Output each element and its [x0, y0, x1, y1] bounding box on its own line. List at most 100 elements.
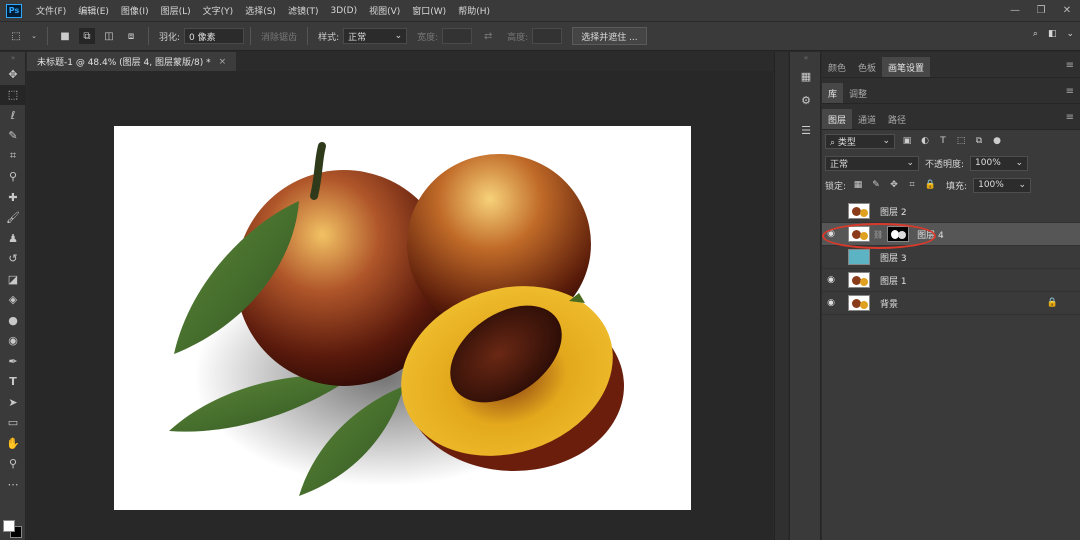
histogram-icon[interactable]: ▦: [790, 64, 822, 88]
menu-select[interactable]: 选择(S): [239, 4, 282, 17]
hand-tool-icon[interactable]: ✋: [0, 433, 26, 454]
eraser-tool-icon[interactable]: ◪: [0, 269, 26, 290]
panel-menu-icon[interactable]: ≡: [1066, 112, 1074, 123]
menu-3d[interactable]: 3D(D): [324, 6, 363, 16]
menu-view[interactable]: 视图(V): [363, 4, 406, 17]
tab-swatches[interactable]: 色板: [852, 57, 882, 77]
visibility-toggle-icon[interactable]: ◉: [822, 275, 840, 285]
clone-stamp-tool-icon[interactable]: ♟: [0, 228, 26, 249]
layer-row[interactable]: ◉ 图层 2: [822, 200, 1080, 223]
opacity-input[interactable]: 100% ⌄: [970, 155, 1029, 171]
menu-image[interactable]: 图像(I): [115, 4, 155, 17]
filter-smart-object-icon[interactable]: ⧉: [973, 136, 985, 146]
blend-mode-select[interactable]: 正常 ⌄: [825, 155, 919, 171]
menu-edit[interactable]: 编辑(E): [72, 4, 115, 17]
peach-artwork: [169, 142, 624, 496]
style-label: 样式:: [318, 32, 340, 43]
tab-layers[interactable]: 图层: [822, 109, 853, 129]
height-input[interactable]: [532, 28, 563, 44]
chevron-down-icon[interactable]: ⌄: [30, 28, 38, 44]
tab-brush-settings[interactable]: 画笔设置: [882, 57, 931, 77]
layer-row[interactable]: ◉ 背景 🔒: [822, 292, 1080, 315]
panel-grip-icon[interactable]: «: [790, 52, 822, 64]
lock-label: 锁定:: [825, 181, 847, 192]
chevron-down-icon[interactable]: ⌄: [1066, 29, 1074, 39]
crop-tool-icon[interactable]: ⌗: [0, 146, 26, 167]
panel-grip-icon[interactable]: »: [0, 52, 26, 64]
vertical-scrollbar[interactable]: [774, 52, 788, 540]
visibility-toggle-icon[interactable]: ◉: [822, 298, 840, 308]
properties-icon[interactable]: ⚙: [790, 88, 822, 112]
color-swatches[interactable]: [3, 520, 23, 538]
quick-select-tool-icon[interactable]: ✎: [0, 126, 26, 147]
filter-toggle-icon[interactable]: ●: [991, 136, 1003, 146]
intersect-selection-icon[interactable]: ⧈: [123, 28, 139, 44]
search-icon[interactable]: ⌕: [1033, 29, 1038, 39]
panel-menu-icon[interactable]: ≡: [1066, 60, 1074, 71]
filter-type-icon[interactable]: T: [937, 136, 949, 146]
width-input[interactable]: [442, 28, 473, 44]
lock-transparent-icon[interactable]: ▦: [852, 180, 864, 190]
move-tool-icon[interactable]: ✥: [0, 64, 26, 85]
rectangle-tool-icon[interactable]: ▭: [0, 413, 26, 434]
layer-filter-select[interactable]: ⌕ 类型 ⌄: [825, 133, 895, 149]
menu-window[interactable]: 窗口(W): [406, 4, 452, 17]
marquee-preset-icon[interactable]: ⬚: [8, 28, 24, 44]
healing-brush-tool-icon[interactable]: ✚: [0, 187, 26, 208]
blur-tool-icon[interactable]: ●: [0, 310, 26, 331]
eyedropper-tool-icon[interactable]: ⚲: [0, 167, 26, 188]
lock-image-icon[interactable]: ✎: [870, 180, 882, 190]
tab-color[interactable]: 颜色: [822, 57, 852, 77]
new-selection-icon[interactable]: ■: [57, 28, 73, 44]
select-and-mask-button[interactable]: 选择并遮住 ...: [572, 27, 647, 45]
document-tab[interactable]: 未标题-1 @ 48.4% (图层 4, 图层蒙版/8) * ×: [27, 52, 237, 71]
swap-icon[interactable]: ⇄: [480, 28, 496, 44]
brush-tool-icon[interactable]: 🖌: [0, 208, 26, 229]
antialias-checkbox[interactable]: 消除锯齿: [261, 30, 297, 43]
restore-icon[interactable]: ❐: [1028, 0, 1054, 21]
lock-all-icon[interactable]: 🔒: [924, 180, 936, 190]
visibility-toggle-icon[interactable]: ◉: [822, 206, 840, 216]
path-select-tool-icon[interactable]: ➤: [0, 392, 26, 413]
menu-file[interactable]: 文件(F): [30, 4, 72, 17]
close-icon[interactable]: ×: [219, 57, 227, 67]
menu-type[interactable]: 文字(Y): [197, 4, 240, 17]
adjust-sliders-icon[interactable]: ☰: [790, 118, 822, 142]
visibility-toggle-icon[interactable]: ◉: [822, 252, 840, 262]
marquee-tool-icon[interactable]: ⬚: [0, 84, 26, 105]
subtract-selection-icon[interactable]: ◫: [101, 28, 117, 44]
type-tool-icon[interactable]: T: [0, 372, 26, 393]
menu-layer[interactable]: 图层(L): [155, 4, 197, 17]
minimize-icon[interactable]: —: [1002, 0, 1028, 21]
feather-input[interactable]: 0 像素: [184, 28, 245, 44]
workspace-icon[interactable]: ◧: [1048, 29, 1057, 39]
filter-pixel-icon[interactable]: ▣: [901, 136, 913, 146]
layer-row[interactable]: ◉ 图层 3: [822, 246, 1080, 269]
dodge-tool-icon[interactable]: ◉: [0, 331, 26, 352]
pen-tool-icon[interactable]: ✒: [0, 351, 26, 372]
filter-adjustment-icon[interactable]: ◐: [919, 136, 931, 146]
style-select[interactable]: 正常 ⌄: [343, 28, 408, 44]
more-tools-icon[interactable]: ⋯: [0, 474, 26, 495]
tab-channels[interactable]: 通道: [852, 109, 882, 129]
panel-menu-icon[interactable]: ≡: [1066, 86, 1074, 97]
paint-bucket-tool-icon[interactable]: ◈: [0, 290, 26, 311]
tab-paths[interactable]: 路径: [882, 109, 912, 129]
add-selection-icon[interactable]: ⧉: [79, 28, 95, 44]
foreground-color-swatch[interactable]: [3, 520, 15, 532]
fill-input[interactable]: 100% ⌄: [973, 177, 1032, 193]
menu-filter[interactable]: 滤镜(T): [282, 4, 325, 17]
tab-libraries[interactable]: 库: [822, 83, 844, 103]
history-brush-tool-icon[interactable]: ↺: [0, 249, 26, 270]
zoom-tool-icon[interactable]: ⚲: [0, 454, 26, 475]
menu-help[interactable]: 帮助(H): [452, 4, 496, 17]
close-icon[interactable]: ✕: [1054, 0, 1080, 21]
document-canvas[interactable]: [114, 126, 691, 510]
lock-position-icon[interactable]: ✥: [888, 180, 900, 190]
tab-adjustments[interactable]: 调整: [843, 83, 873, 103]
lock-artboard-icon[interactable]: ⌗: [906, 180, 918, 190]
filter-shape-icon[interactable]: ⬚: [955, 136, 967, 146]
layer-row[interactable]: ◉ 图层 1: [822, 269, 1080, 292]
lasso-tool-icon[interactable]: ℓ: [0, 105, 26, 126]
height-label: 高度:: [507, 32, 529, 43]
